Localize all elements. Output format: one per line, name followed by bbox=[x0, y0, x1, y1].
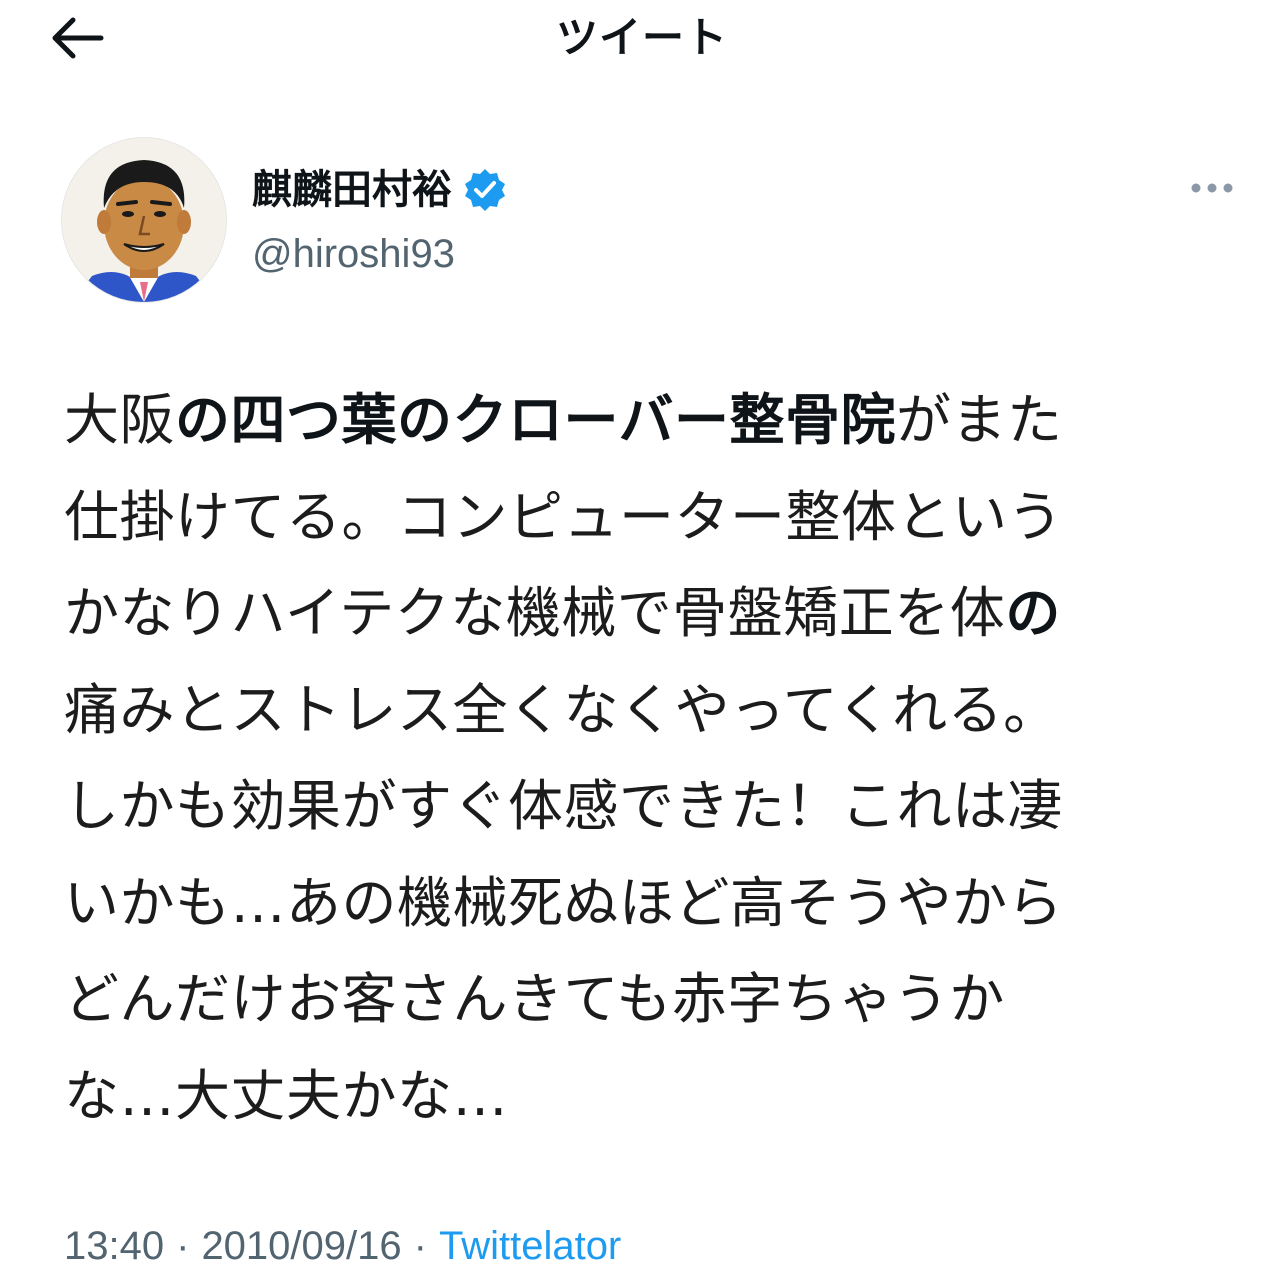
text-segment: 仕掛けてる。コンピューター整体という bbox=[64, 484, 1064, 549]
author-names: 麒麟田村裕 @hiroshi93 bbox=[252, 162, 508, 284]
meta-separator: · bbox=[413, 1224, 427, 1268]
tweet-time[interactable]: 13:40 bbox=[64, 1224, 164, 1268]
text-segment: 大阪 bbox=[64, 388, 176, 452]
tweet-text: 大阪の四つ葉のクローバー整骨院がまた 仕掛けてる。コンピューター整体という かな… bbox=[64, 372, 1234, 1144]
tweet-line: いかも…あの機械死ぬほど高そうやから bbox=[64, 855, 1234, 952]
tweet-source-link[interactable]: Twittelator bbox=[439, 1224, 621, 1268]
display-name[interactable]: 麒麟田村裕 bbox=[252, 162, 452, 218]
tweet-meta: 13:40 · 2010/09/16 · Twittelator bbox=[64, 1218, 621, 1274]
top-bar: ツイート bbox=[0, 0, 1284, 80]
bold-text-segment: の bbox=[1005, 581, 1061, 645]
tweet-author: 麒麟田村裕 @hiroshi93 bbox=[62, 138, 1242, 308]
text-segment: しかも効果がすぐ体感できた！これは凄 bbox=[64, 774, 1064, 838]
text-segment: な…大丈夫かな… bbox=[64, 1063, 509, 1128]
text-segment: かなりハイテクな機械で骨盤矯正を体 bbox=[64, 581, 1006, 645]
user-handle[interactable]: @hiroshi93 bbox=[252, 224, 508, 284]
tweet-line: 痛みとストレス全くなくやってくれる。 bbox=[64, 662, 1234, 759]
tweet-line: かなりハイテクな機械で骨盤矯正を体の bbox=[64, 565, 1234, 662]
display-name-row: 麒麟田村裕 bbox=[252, 162, 508, 218]
meta-separator: · bbox=[176, 1224, 190, 1268]
tweet-line: しかも効果がすぐ体感できた！これは凄 bbox=[64, 758, 1234, 855]
text-segment: いかも…あの機械死ぬほど高そうやから bbox=[64, 870, 1064, 935]
bold-text-segment: の四つ葉のクローバー整骨院 bbox=[175, 388, 896, 452]
tweet-line: な…大丈夫かな… bbox=[64, 1048, 1234, 1145]
page-title: ツイート bbox=[555, 13, 728, 62]
more-horizontal-icon bbox=[1191, 183, 1233, 193]
avatar[interactable] bbox=[62, 138, 226, 302]
verified-badge-icon bbox=[462, 167, 508, 213]
more-options-button[interactable] bbox=[1182, 168, 1242, 208]
text-segment: がまた bbox=[895, 388, 1063, 452]
text-segment: 痛みとストレス全くなくやってくれる。 bbox=[64, 677, 1059, 742]
tweet-line: 大阪の四つ葉のクローバー整骨院がまた bbox=[64, 372, 1234, 469]
tweet-line: どんだけお客さんきても赤字ちゃうか bbox=[64, 951, 1234, 1048]
text-segment: どんだけお客さんきても赤字ちゃうか bbox=[64, 967, 1005, 1031]
tweet-date[interactable]: 2010/09/16 bbox=[201, 1224, 401, 1268]
avatar-illustration bbox=[62, 138, 226, 302]
tweet-line: 仕掛けてる。コンピューター整体という bbox=[64, 469, 1234, 566]
